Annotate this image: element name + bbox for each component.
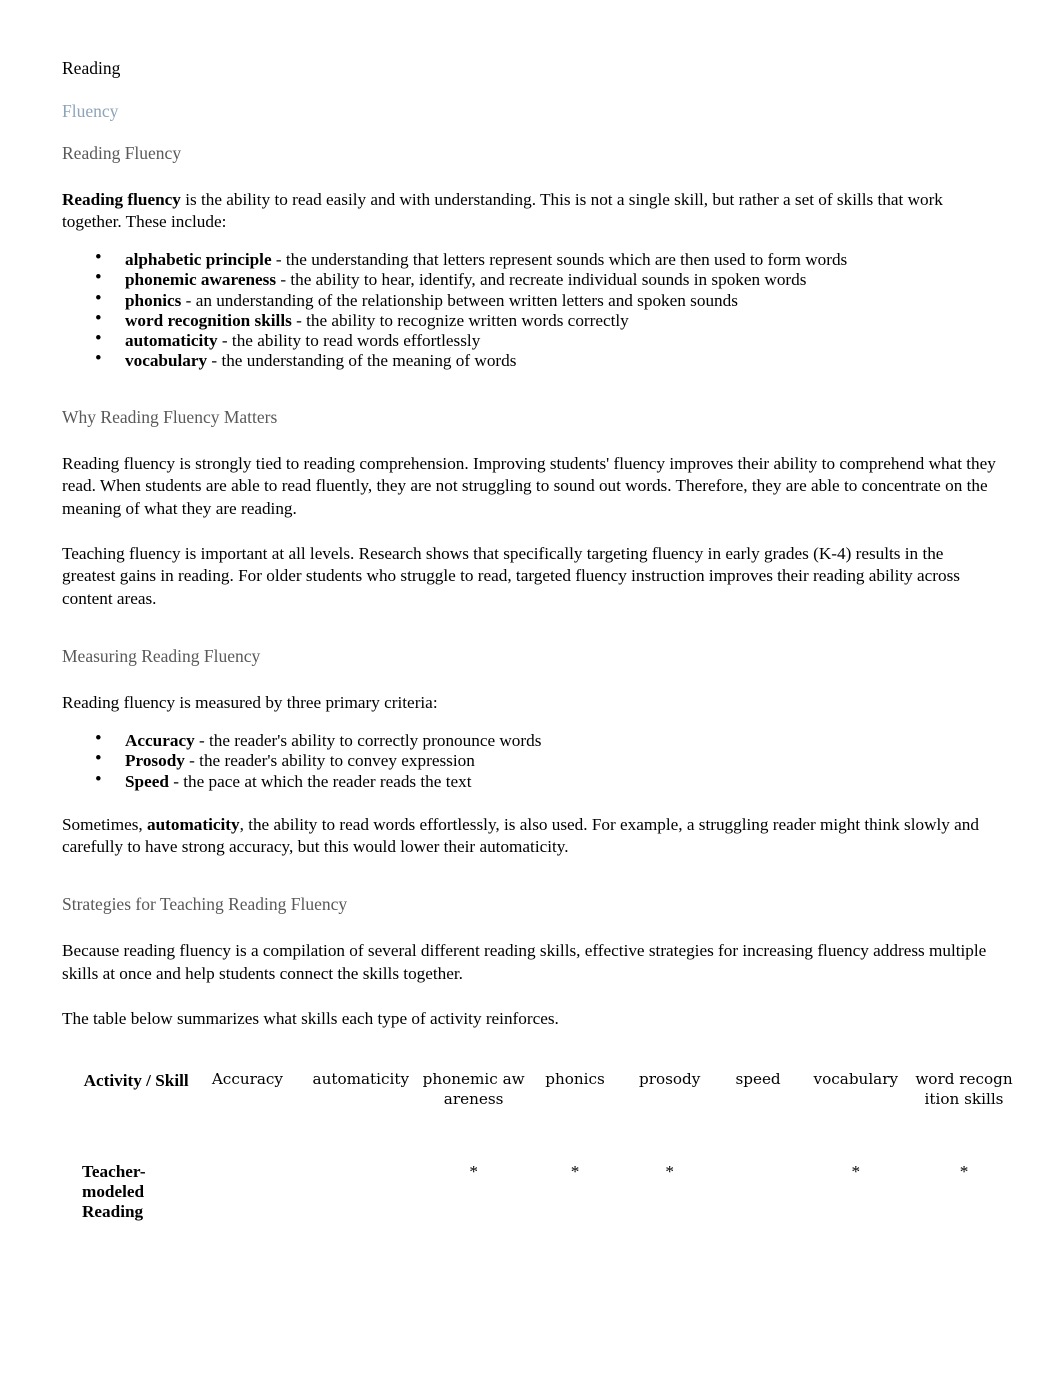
- intro-lead-rest: is the ability to read easily and with u…: [62, 189, 943, 231]
- list-item-term: vocabulary: [125, 350, 208, 370]
- cell-word-recognition-skills: *: [959, 1161, 969, 1181]
- list-item-term: phonemic awareness: [125, 270, 277, 290]
- table-spacer-row: [80, 1116, 1015, 1162]
- intro-lead-term: Reading fluency: [62, 189, 181, 209]
- list-item-definition: - the ability to hear, identify, and rec…: [276, 270, 807, 290]
- list-item: word recognition skills - the ability to…: [62, 308, 1000, 331]
- strategies-paragraph-1: Because reading fluency is a compilation…: [62, 941, 987, 983]
- column-header-speed: speed: [735, 1070, 781, 1089]
- list-item-term: Accuracy: [125, 731, 195, 751]
- list-item: automaticity - the ability to read words…: [62, 328, 1000, 351]
- cell-activity-name: Teacher-modeled Reading: [82, 1161, 146, 1222]
- column-header-vocabulary: vocabulary: [813, 1070, 899, 1089]
- automaticity-note: Sometimes, automaticity, the ability to …: [62, 814, 1000, 859]
- list-item-definition: - the ability to recognize written words…: [291, 310, 629, 330]
- column-header-prosody: prosody: [638, 1070, 701, 1089]
- list-item-definition: - the reader's ability to convey express…: [184, 751, 475, 771]
- cell-phonics: *: [570, 1161, 580, 1181]
- cell-prosody: *: [665, 1161, 674, 1181]
- list-item-term: phonics: [125, 290, 182, 310]
- column-header-phonics: phonics: [545, 1070, 605, 1089]
- column-header-activity-skill: Activity / Skill: [83, 1071, 189, 1091]
- list-item-term: Speed: [125, 771, 169, 791]
- list-item-term: word recognition skills: [125, 310, 292, 330]
- cell-vocabulary: *: [851, 1161, 861, 1181]
- intro-paragraph: Reading fluency is the ability to read e…: [62, 189, 1000, 234]
- column-header-accuracy: Accuracy: [211, 1070, 284, 1089]
- table-body: Teacher-modeled Reading * * * * *: [80, 1116, 1015, 1222]
- criteria-list: Accuracy - the reader's ability to corre…: [62, 728, 1000, 792]
- document-subtitle: Fluency: [62, 100, 119, 121]
- table-row: Teacher-modeled Reading * * * * *: [80, 1162, 1015, 1222]
- column-header-automaticity: automaticity: [312, 1070, 410, 1089]
- list-item-definition: - the reader's ability to correctly pron…: [194, 731, 542, 751]
- list-item-definition: - the understanding of the meaning of wo…: [207, 350, 517, 370]
- note-bold-term: automaticity: [146, 814, 240, 834]
- list-item: Speed - the pace at which the reader rea…: [62, 769, 1000, 792]
- list-item-term: automaticity: [125, 330, 218, 350]
- heading-measuring-reading-fluency: Measuring Reading Fluency: [62, 646, 261, 667]
- cell-accuracy: [192, 1162, 302, 1222]
- cell-phonemic-awareness: *: [469, 1161, 478, 1181]
- table-header: Activity / Skill Accuracy automaticity p…: [80, 1070, 1015, 1116]
- list-item-definition: - the ability to read words effortlessly: [217, 330, 481, 350]
- table-header-row: Activity / Skill Accuracy automaticity p…: [80, 1070, 1015, 1116]
- list-item: phonemic awareness - the ability to hear…: [62, 267, 1000, 290]
- strategies-paragraph-2: The table below summarizes what skills e…: [62, 1009, 559, 1029]
- heading-why-reading-fluency-matters: Why Reading Fluency Matters: [62, 407, 278, 428]
- column-header-word-recognition-skills: word recognition skills: [915, 1070, 1013, 1109]
- list-item-term: Prosody: [125, 751, 185, 771]
- heading-reading-fluency: Reading Fluency: [62, 142, 182, 163]
- cell-speed: [718, 1162, 799, 1222]
- skills-list: alphabetic principle - the understanding…: [62, 247, 1000, 371]
- list-item: vocabulary - the understanding of the me…: [62, 348, 1000, 371]
- list-item: Accuracy - the reader's ability to corre…: [62, 728, 1000, 751]
- list-item-definition: - the pace at which the reader reads the…: [168, 771, 472, 791]
- activity-skill-table: Activity / Skill Accuracy automaticity p…: [80, 1070, 1015, 1222]
- column-header-phonemic-awareness: phonemic awareness: [422, 1070, 525, 1109]
- list-item-term: alphabetic principle: [125, 250, 272, 270]
- heading-strategies-for-teaching-reading-fluency: Strategies for Teaching Reading Fluency: [62, 894, 348, 915]
- note-part-1: Sometimes,: [62, 814, 147, 834]
- document-page: Reading Fluency Reading Fluency Reading …: [0, 0, 1062, 1377]
- why-paragraph-1: Reading fluency is strongly tied to read…: [62, 453, 996, 518]
- list-item-definition: - an understanding of the relationship b…: [181, 290, 738, 310]
- document-title: Reading: [62, 58, 121, 78]
- why-paragraph-2: Teaching fluency is important at all lev…: [62, 544, 960, 608]
- list-item: phonics - an understanding of the relati…: [62, 288, 1000, 311]
- list-item: Prosody - the reader's ability to convey…: [62, 748, 1000, 771]
- measuring-intro-paragraph: Reading fluency is measured by three pri…: [62, 693, 438, 712]
- cell-automaticity: [303, 1162, 419, 1222]
- list-item-definition: - the understanding that letters represe…: [271, 250, 848, 270]
- list-item: alphabetic principle - the understanding…: [62, 247, 1000, 270]
